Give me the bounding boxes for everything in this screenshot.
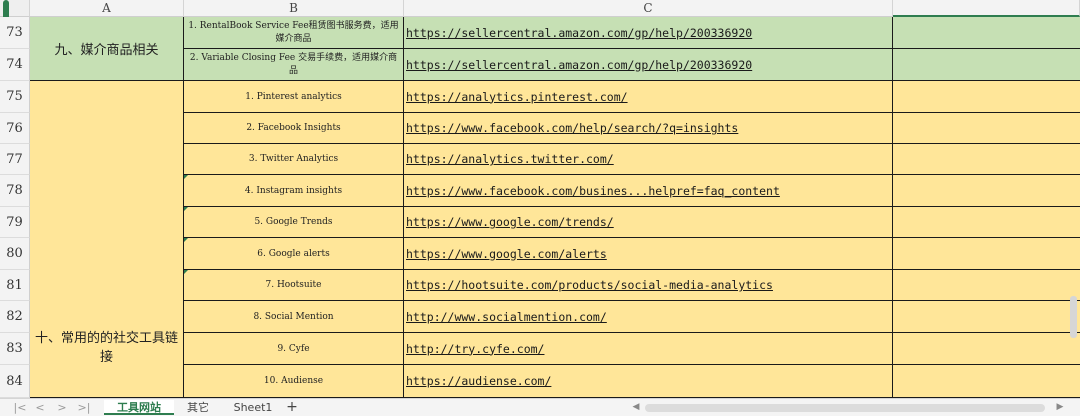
- row-header[interactable]: 73: [0, 17, 30, 49]
- empty-cell[interactable]: [893, 113, 1080, 144]
- row-header[interactable]: 74: [0, 49, 30, 81]
- link[interactable]: https://www.google.com/trends/: [406, 215, 614, 229]
- empty-cell[interactable]: [893, 207, 1080, 238]
- sheet-tab-sheet1[interactable]: Sheet1: [228, 400, 278, 415]
- link-cell[interactable]: https://audiense.com/: [404, 365, 893, 398]
- row-header[interactable]: 78: [0, 175, 30, 207]
- link-cell[interactable]: https://www.facebook.com/busines...helpr…: [404, 175, 893, 207]
- link[interactable]: https://www.facebook.com/busines...helpr…: [406, 184, 780, 198]
- link-cell[interactable]: https://www.facebook.com/help/search/?q=…: [404, 113, 893, 144]
- row-header[interactable]: 83: [0, 333, 30, 365]
- vertical-scrollbar-thumb[interactable]: [1070, 296, 1077, 338]
- empty-cell[interactable]: [893, 144, 1080, 175]
- cell-marker: [184, 207, 188, 211]
- link[interactable]: https://www.google.com/alerts: [406, 247, 607, 261]
- scroll-left-arrow-icon[interactable]: ◀: [630, 401, 642, 414]
- link-cell[interactable]: https://sellercentral.amazon.com/gp/help…: [404, 49, 893, 81]
- cell-text: 4. Instagram insights: [244, 185, 343, 196]
- link[interactable]: https://www.facebook.com/help/search/?q=…: [406, 121, 738, 135]
- cell-text: 9. Cyfe: [277, 343, 310, 354]
- next-sheet-button[interactable]: >: [54, 400, 70, 415]
- tool-name-cell[interactable]: 9. Cyfe: [184, 333, 404, 365]
- link[interactable]: https://audiense.com/: [406, 374, 551, 388]
- column-header-c[interactable]: C: [404, 0, 893, 17]
- link[interactable]: https://sellercentral.amazon.com/gp/help…: [406, 58, 752, 72]
- cell-marker: [184, 270, 188, 274]
- tool-name-cell[interactable]: 1. Pinterest analytics: [184, 81, 404, 113]
- tool-name-cell[interactable]: 8. Social Mention: [184, 301, 404, 333]
- cell-marker: [184, 175, 188, 179]
- scroll-right-arrow-icon[interactable]: ▶: [1054, 401, 1066, 414]
- tool-name-cell[interactable]: 1. RentalBook Service Fee租赁图书服务费，适用媒介商品: [184, 17, 404, 49]
- tool-name-cell[interactable]: 6. Google alerts: [184, 238, 404, 270]
- empty-cell[interactable]: [893, 301, 1080, 333]
- tool-name-cell[interactable]: 5. Google Trends: [184, 207, 404, 238]
- empty-cell[interactable]: [893, 270, 1080, 301]
- link[interactable]: http://www.socialmention.com/: [406, 310, 607, 324]
- tool-name-cell[interactable]: 10. Audiense: [184, 365, 404, 398]
- empty-cell[interactable]: [893, 17, 1080, 49]
- category-cell-media[interactable]: 九、媒介商品相关: [30, 17, 184, 81]
- empty-cell[interactable]: [893, 238, 1080, 270]
- row-header[interactable]: 80: [0, 238, 30, 270]
- link-cell[interactable]: http://try.cyfe.com/: [404, 333, 893, 365]
- cell-text: 2. Variable Closing Fee 交易手续费，适用媒介商品: [189, 52, 398, 76]
- cell-text: 5. Google Trends: [254, 217, 333, 227]
- empty-cell[interactable]: [893, 49, 1080, 81]
- row-header[interactable]: 75: [0, 81, 30, 113]
- prev-sheet-button[interactable]: <: [32, 400, 48, 415]
- tool-name-cell[interactable]: 3. Twitter Analytics: [184, 144, 404, 175]
- sheet-tab-tools[interactable]: 工具网站: [104, 400, 174, 415]
- category-label: 九、媒介商品相关: [54, 43, 159, 58]
- link[interactable]: https://hootsuite.com/products/social-me…: [406, 278, 773, 292]
- link-cell[interactable]: https://analytics.pinterest.com/: [404, 81, 893, 113]
- link-cell[interactable]: https://analytics.twitter.com/: [404, 144, 893, 175]
- cell-marker: [184, 238, 188, 242]
- cell-text: 1. RentalBook Service Fee租赁图书服务费，适用媒介商品: [188, 20, 399, 44]
- category-label: 十、常用的的社交工具链接: [34, 331, 178, 365]
- column-header-d[interactable]: [893, 0, 1080, 17]
- cell-text: 1. Pinterest analytics: [245, 91, 342, 102]
- empty-cell[interactable]: [893, 333, 1080, 365]
- cell-text: 3. Twitter Analytics: [248, 154, 339, 164]
- column-header-a[interactable]: A: [30, 0, 184, 17]
- link-cell[interactable]: https://sellercentral.amazon.com/gp/help…: [404, 17, 893, 49]
- first-sheet-button[interactable]: |<: [12, 400, 28, 415]
- tool-name-cell[interactable]: 2. Variable Closing Fee 交易手续费，适用媒介商品: [184, 49, 404, 81]
- link[interactable]: http://try.cyfe.com/: [406, 342, 544, 356]
- link[interactable]: https://analytics.twitter.com/: [406, 152, 614, 166]
- last-sheet-button[interactable]: >|: [76, 400, 92, 415]
- link-cell[interactable]: https://www.google.com/alerts: [404, 238, 893, 270]
- empty-cell[interactable]: [893, 365, 1080, 398]
- row-header[interactable]: 76: [0, 113, 30, 144]
- link-cell[interactable]: https://hootsuite.com/products/social-me…: [404, 270, 893, 301]
- column-header-b[interactable]: B: [184, 0, 404, 17]
- sheet-tab-other[interactable]: 其它: [178, 400, 218, 415]
- link[interactable]: https://analytics.pinterest.com/: [406, 90, 628, 104]
- cell-text: 2. Facebook Insights: [246, 123, 341, 133]
- add-sheet-button[interactable]: +: [284, 400, 300, 415]
- sheet-tab-bar: |< < > >| 工具网站 其它 Sheet1 + ◀ ▶: [0, 398, 1080, 416]
- empty-cell[interactable]: [893, 175, 1080, 207]
- row-header[interactable]: 82: [0, 301, 30, 333]
- link[interactable]: https://sellercentral.amazon.com/gp/help…: [406, 26, 752, 40]
- spreadsheet-grid: A B C 73 74 75 76 77 78 79 80 81 82 83 8…: [0, 0, 1080, 398]
- tool-name-cell[interactable]: 2. Facebook Insights: [184, 113, 404, 144]
- row-header[interactable]: 84: [0, 365, 30, 398]
- cell-text: 10. Audiense: [263, 376, 324, 386]
- category-cell-social[interactable]: 十、常用的的社交工具链接: [30, 81, 184, 398]
- tool-name-cell[interactable]: 4. Instagram insights: [184, 175, 404, 207]
- cell-text: 8. Social Mention: [253, 311, 334, 322]
- row-header[interactable]: 77: [0, 144, 30, 175]
- row-header[interactable]: 79: [0, 207, 30, 238]
- tool-name-cell[interactable]: 7. Hootsuite: [184, 270, 404, 301]
- horizontal-scrollbar[interactable]: [645, 404, 1045, 412]
- link-cell[interactable]: http://www.socialmention.com/: [404, 301, 893, 333]
- link-cell[interactable]: https://www.google.com/trends/: [404, 207, 893, 238]
- row-header[interactable]: 81: [0, 270, 30, 301]
- cell-text: 6. Google alerts: [257, 248, 330, 259]
- cell-text: 7. Hootsuite: [265, 280, 322, 290]
- empty-cell[interactable]: [893, 81, 1080, 113]
